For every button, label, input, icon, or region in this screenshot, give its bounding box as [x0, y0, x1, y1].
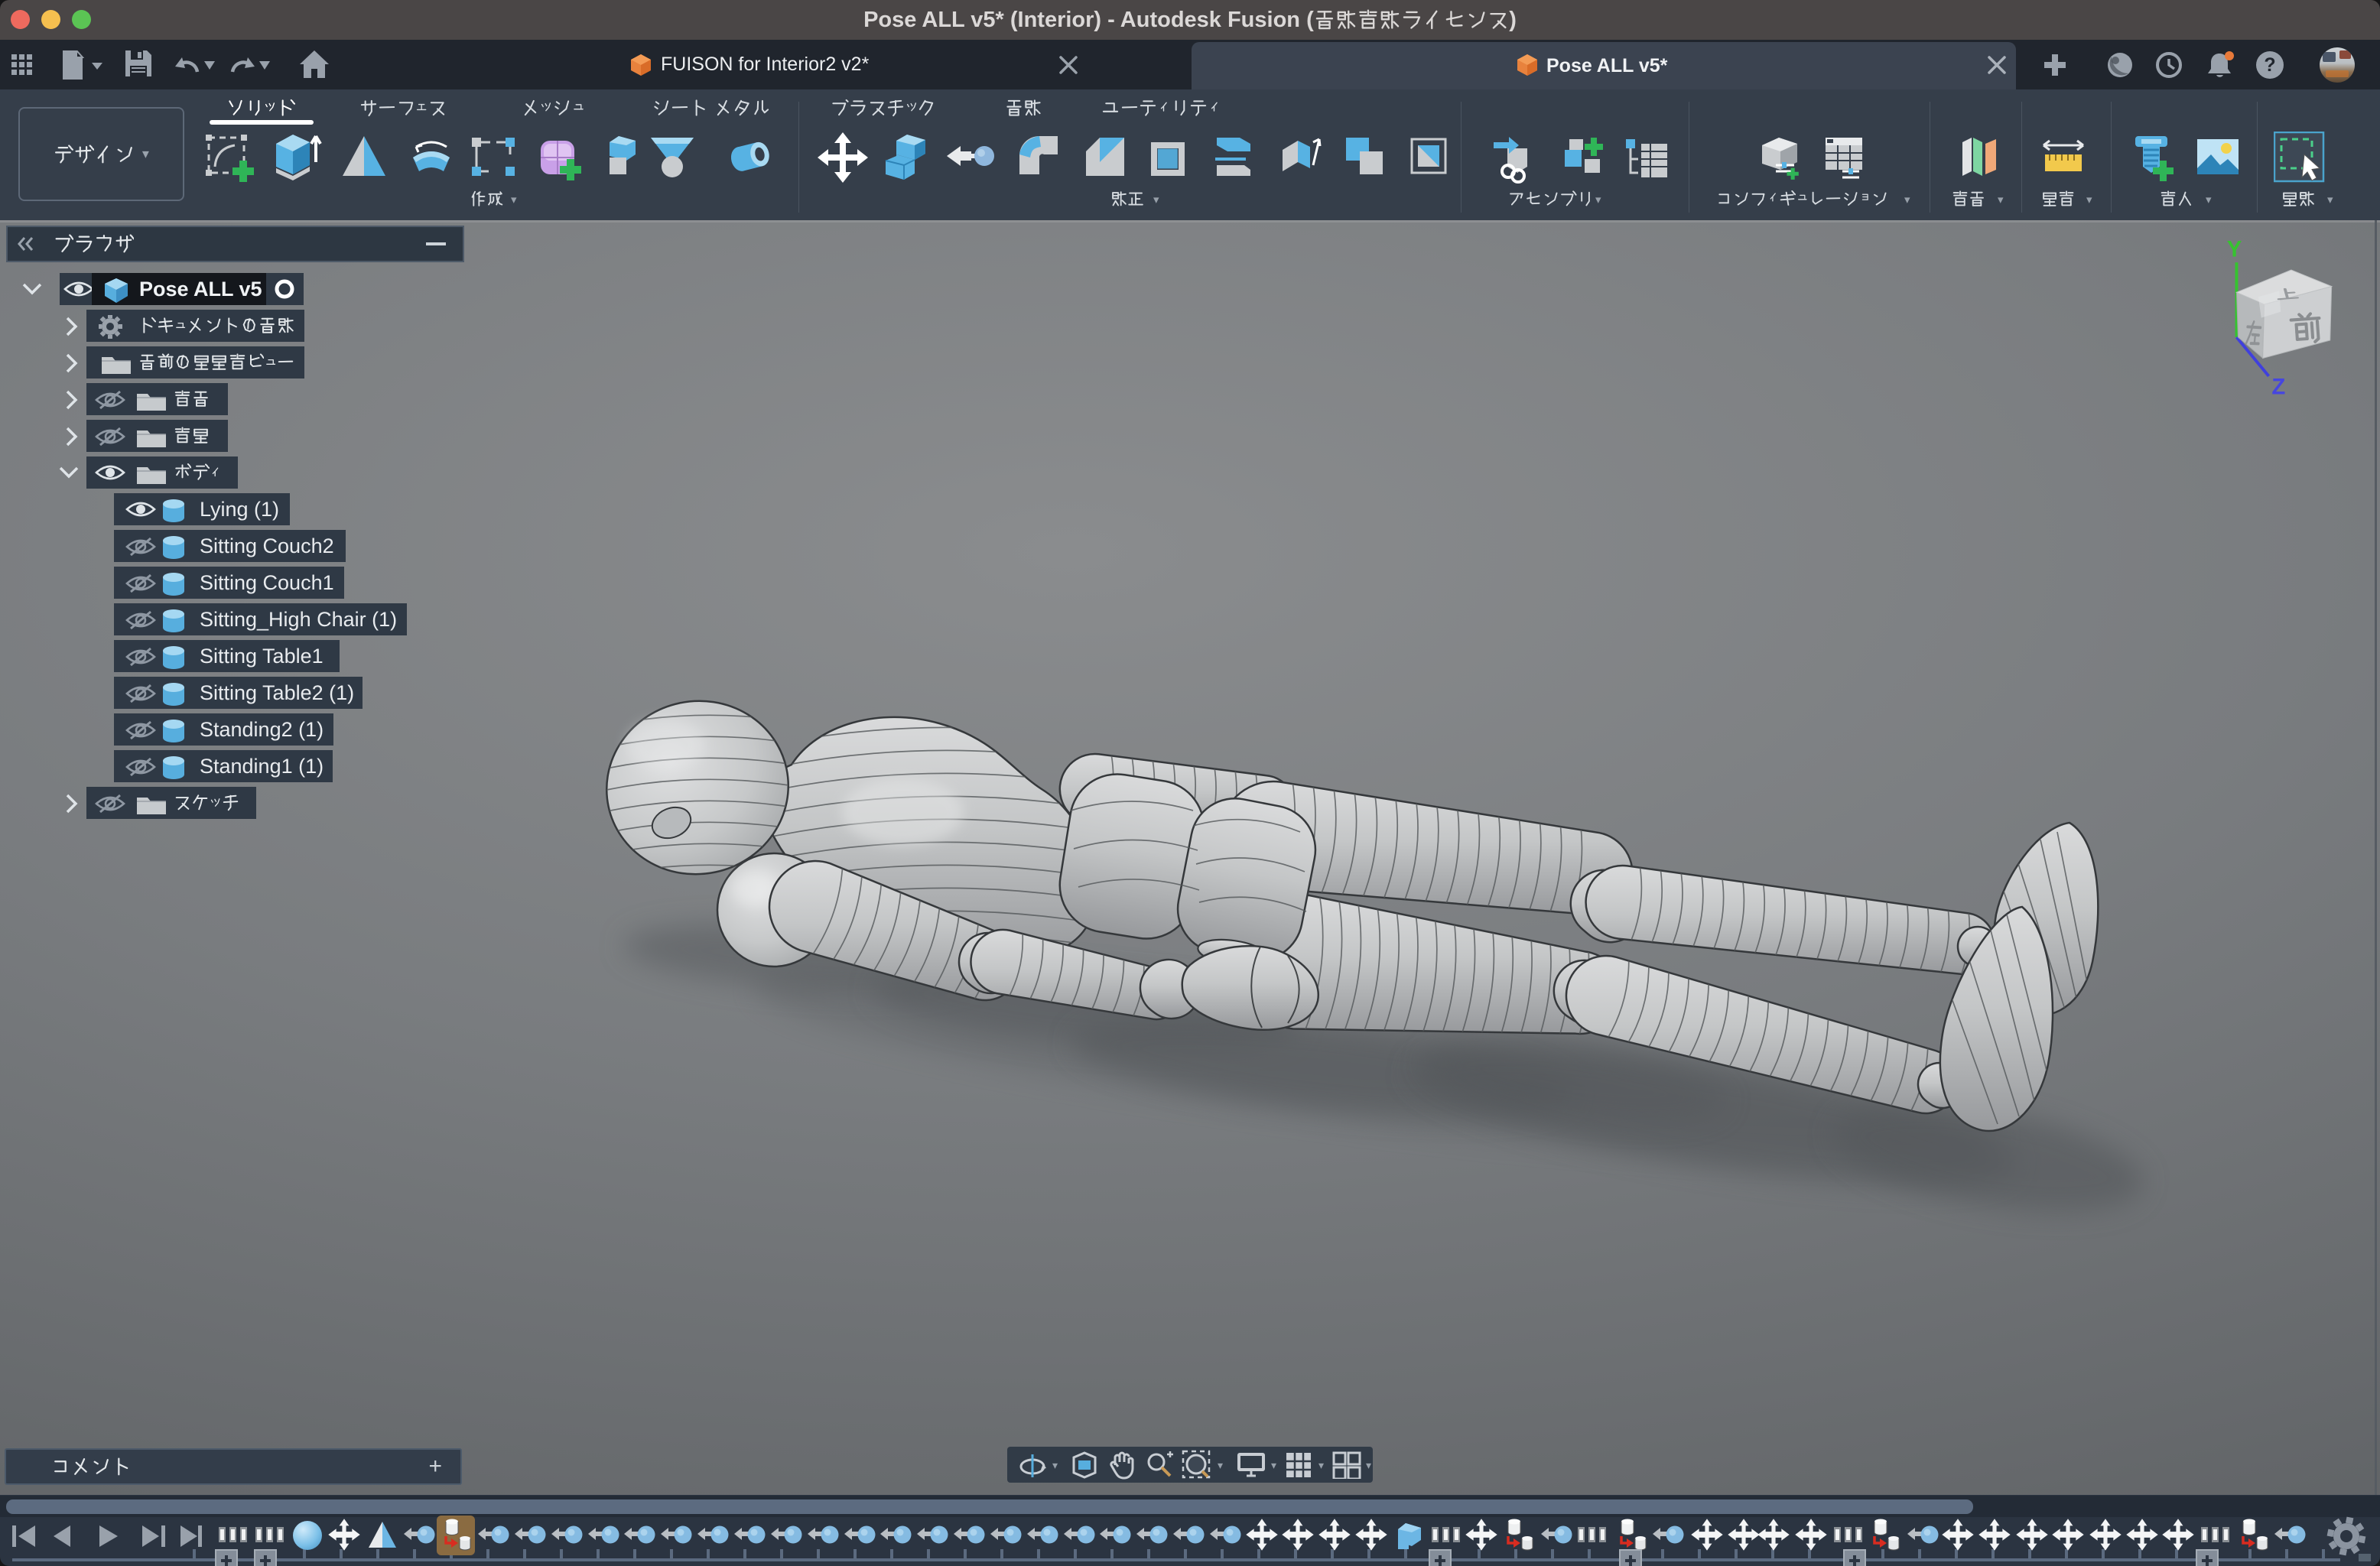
svg-text:Y: Y — [2227, 236, 2242, 262]
svg-text:Z: Z — [2271, 374, 2285, 399]
